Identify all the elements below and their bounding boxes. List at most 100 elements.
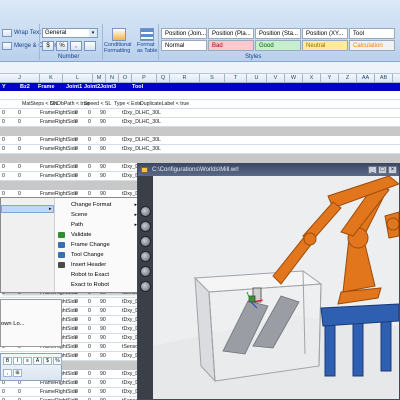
table-cell[interactable]: 0 (75, 379, 78, 388)
column-header[interactable]: L (63, 74, 93, 83)
select-icon[interactable] (140, 266, 151, 277)
fit-view-icon[interactable] (140, 251, 151, 262)
table-cell[interactable]: 0 (2, 109, 5, 118)
column-header[interactable]: M (93, 74, 106, 83)
zoom-view-icon[interactable] (140, 236, 151, 247)
mini-toolbar-button[interactable]: % (53, 357, 62, 365)
table-cell[interactable]: 0 (75, 118, 78, 127)
cell-style-7[interactable]: Good (255, 40, 301, 51)
table-cell[interactable]: 90 (100, 298, 106, 307)
table-cell[interactable]: 0 (75, 307, 78, 316)
table-cell[interactable]: 0 (75, 136, 78, 145)
cell-style-4[interactable]: Tool (349, 28, 395, 39)
mini-toolbar-button[interactable]: A (33, 357, 42, 365)
table-cell[interactable]: 0 (88, 118, 91, 127)
maximize-button[interactable]: □ (378, 166, 387, 174)
table-cell[interactable]: FrameRightSide (40, 118, 77, 127)
table-cell[interactable]: tDxy_DLHC_30L (122, 136, 161, 145)
cell-style-0[interactable]: Position (Join... (161, 28, 207, 39)
format-as-table-icon[interactable] (140, 28, 154, 41)
table-cell[interactable]: 0 (75, 352, 78, 361)
table-cell[interactable]: FrameRightSide (40, 136, 77, 145)
window-title-bar[interactable]: C:\Configurations\Worlds\Mill.wrl _ □ × (138, 164, 399, 176)
table-cell[interactable]: 0 (75, 109, 78, 118)
table-cell[interactable]: FrameRightSide (40, 109, 77, 118)
comma-button[interactable]: , (70, 41, 82, 51)
table-row[interactable]: FrameRightSide0090tDxy_DLHC_30L00 (0, 118, 400, 127)
table-cell[interactable]: 0 (88, 307, 91, 316)
table-cell[interactable]: 0 (2, 172, 5, 181)
table-cell[interactable]: 0 (18, 163, 21, 172)
table-cell[interactable]: 0 (75, 325, 78, 334)
table-cell[interactable]: 0 (75, 334, 78, 343)
table-cell[interactable]: FrameRightSide (40, 172, 77, 181)
table-cell[interactable]: tDxy_DLHC_30L (122, 145, 161, 154)
table-cell[interactable]: 0 (2, 136, 5, 145)
number-format-select[interactable]: General ▾ (42, 28, 98, 38)
percent-button[interactable]: % (56, 41, 68, 51)
rotate-view-icon[interactable] (140, 206, 151, 217)
wrap-text-icon[interactable] (2, 29, 12, 37)
table-cell[interactable]: 0 (88, 316, 91, 325)
mini-toolbar-button[interactable]: ≡ (23, 357, 32, 365)
context-menu-item[interactable]: Insert Header (55, 260, 140, 270)
context-menu-item[interactable]: Change Format ▸ (55, 200, 140, 210)
table-cell[interactable]: 0 (2, 388, 5, 397)
formula-bar[interactable] (0, 62, 400, 74)
table-cell[interactable]: 90 (100, 388, 106, 397)
context-menu-item[interactable]: Tool Change (55, 250, 140, 260)
cell-style-1[interactable]: Position (Pla... (208, 28, 254, 39)
table-cell[interactable]: 0 (18, 145, 21, 154)
column-header[interactable]: AB (375, 74, 393, 83)
table-cell[interactable]: 90 (100, 352, 106, 361)
pan-view-icon[interactable] (140, 221, 151, 232)
column-header[interactable]: R (170, 74, 200, 83)
table-cell[interactable]: 90 (100, 136, 106, 145)
table-row[interactable]: FrameRightSide0090tDxy_DLHC_30L00 (0, 109, 400, 118)
table-cell[interactable]: 90 (100, 163, 106, 172)
table-cell[interactable]: 0 (88, 379, 91, 388)
table-cell[interactable]: 0 (2, 118, 5, 127)
table-cell[interactable]: 90 (100, 307, 106, 316)
mini-toolbar-button[interactable]: $ (43, 357, 52, 365)
table-cell[interactable]: 0 (75, 370, 78, 379)
cell-style-3[interactable]: Position (XY... (302, 28, 348, 39)
column-header[interactable]: N (106, 74, 119, 83)
close-button[interactable]: × (388, 166, 397, 174)
camera-icon[interactable] (140, 281, 151, 292)
mini-toolbar-button[interactable]: B (3, 357, 12, 365)
table-cell[interactable]: 0 (2, 163, 5, 172)
table-cell[interactable]: 0 (88, 352, 91, 361)
wrap-text-button[interactable]: Wrap Text (14, 30, 41, 36)
table-row[interactable]: FrameRightSide0090tDxy_DLHC_30L00 (0, 145, 400, 154)
column-header[interactable]: Z (339, 74, 357, 83)
table-cell[interactable]: 0 (88, 343, 91, 352)
column-header[interactable]: S (200, 74, 225, 83)
table-cell[interactable]: 0 (88, 145, 91, 154)
table-cell[interactable]: 90 (100, 370, 106, 379)
table-cell[interactable]: 0 (88, 370, 91, 379)
context-menu-item[interactable]: Validate (55, 230, 140, 240)
context-menu-item[interactable]: Scene ▸ (55, 210, 140, 220)
table-row[interactable] (0, 154, 400, 163)
currency-button[interactable]: $ (42, 41, 54, 51)
table-cell[interactable]: 0 (88, 388, 91, 397)
conditional-formatting-button[interactable]: Conditional Formatting (104, 42, 132, 54)
cell-style-6[interactable]: Bad (208, 40, 254, 51)
table-cell[interactable]: tDxy_DLHC_30L (122, 118, 161, 127)
column-header[interactable]: W (285, 74, 303, 83)
chevron-down-icon[interactable]: ▾ (89, 29, 97, 37)
table-cell[interactable]: 90 (100, 343, 106, 352)
table-cell[interactable]: 0 (75, 172, 78, 181)
table-cell[interactable]: 90 (100, 145, 106, 154)
column-header[interactable]: K (40, 74, 63, 83)
cell-style-8[interactable]: Neutral (302, 40, 348, 51)
secondary-menu-item[interactable]: own Lo... (1, 321, 25, 327)
3d-viewport[interactable] (153, 176, 399, 399)
highlighted-menu-item[interactable] (1, 205, 54, 213)
table-cell[interactable]: 0 (88, 163, 91, 172)
table-cell[interactable]: 0 (88, 325, 91, 334)
table-cell[interactable]: 0 (88, 298, 91, 307)
context-menu-item[interactable]: Frame Change (55, 240, 140, 250)
table-cell[interactable]: 0 (18, 388, 21, 397)
